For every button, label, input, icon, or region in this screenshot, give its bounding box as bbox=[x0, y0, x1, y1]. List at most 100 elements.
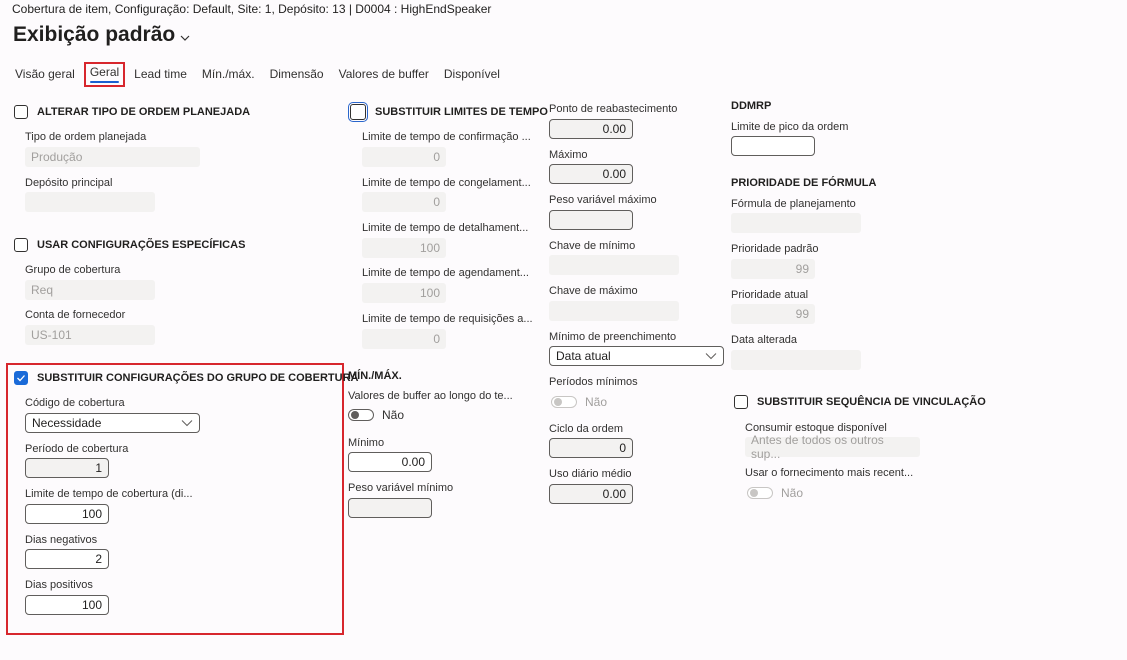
limites-tempo-checkbox[interactable] bbox=[348, 102, 368, 122]
prioridade-atual-field[interactable]: 99 bbox=[731, 304, 815, 324]
buffer-toggle[interactable] bbox=[348, 409, 374, 421]
conta-fornecedor-field[interactable]: US-101 bbox=[25, 325, 155, 345]
alterar-tipo-checkbox[interactable] bbox=[14, 105, 28, 119]
formula-planejamento-field[interactable] bbox=[731, 213, 861, 233]
section-substituir-grupo: SUBSTITUIR CONFIGURAÇÕES DO GRUPO DE COB… bbox=[14, 371, 358, 385]
field-label: Mínimo de preenchimento bbox=[549, 331, 677, 343]
tab-min-max[interactable]: Mín./máx. bbox=[202, 66, 255, 87]
field-label: Dias negativos bbox=[25, 534, 98, 546]
dias-positivos-field[interactable]: 100 bbox=[25, 595, 109, 615]
substituir-grupo-checkbox[interactable] bbox=[14, 371, 28, 385]
field-label: Chave de máximo bbox=[549, 285, 638, 297]
page-caption: Cobertura de item, Configuração: Default… bbox=[12, 2, 492, 16]
section-title-minmax: MÍN./MÁX. bbox=[348, 370, 402, 382]
tab-dimensao[interactable]: Dimensão bbox=[270, 66, 324, 87]
field-label: Limite de tempo de confirmação ... bbox=[362, 131, 531, 143]
limite-congelamento-field[interactable]: 0 bbox=[362, 192, 446, 212]
field-label: Chave de mínimo bbox=[549, 240, 636, 252]
minimo-field[interactable]: 0.00 bbox=[348, 452, 432, 472]
limite-pico-field[interactable] bbox=[731, 136, 815, 156]
section-title: ALTERAR TIPO DE ORDEM PLANEJADA bbox=[37, 106, 251, 118]
usar-fornecimento-toggle-row: Não bbox=[747, 486, 803, 500]
tab-bar: Visão geral Geral Lead time Mín./máx. Di… bbox=[15, 62, 515, 87]
select-value: Data atual bbox=[556, 349, 611, 363]
field-label: Grupo de cobertura bbox=[25, 264, 121, 276]
field-label: Conta de fornecedor bbox=[25, 309, 126, 321]
tab-disponivel[interactable]: Disponível bbox=[444, 66, 500, 87]
periodo-cobertura-field[interactable]: 1 bbox=[25, 458, 109, 478]
field-label: Máximo bbox=[549, 149, 588, 161]
data-alterada-field[interactable] bbox=[731, 350, 861, 370]
field-label: Peso variável mínimo bbox=[348, 482, 454, 494]
limite-tempo-cobertura-field[interactable]: 100 bbox=[25, 504, 109, 524]
field-label: Fórmula de planejamento bbox=[731, 198, 856, 210]
page-title: Exibição padrão bbox=[13, 23, 176, 46]
section-alterar-tipo: ALTERAR TIPO DE ORDEM PLANEJADA bbox=[14, 105, 250, 119]
ponto-reabastecimento-field[interactable]: 0.00 bbox=[549, 119, 633, 139]
field-label: Usar o fornecimento mais recent... bbox=[745, 467, 914, 479]
field-label: Valores de buffer ao longo do te... bbox=[348, 390, 513, 402]
checkmark-icon bbox=[17, 375, 25, 382]
select-value: Necessidade bbox=[32, 416, 102, 430]
limite-detalhamento-field[interactable]: 100 bbox=[362, 238, 446, 258]
field-label: Mínimo bbox=[348, 437, 385, 449]
toggle-label: Não bbox=[382, 408, 405, 422]
chave-minimo-field[interactable] bbox=[549, 255, 679, 275]
field-label: Depósito principal bbox=[25, 177, 113, 189]
section-title: SUBSTITUIR SEQUÊNCIA DE VINCULAÇÃO bbox=[757, 396, 986, 408]
field-label: Período de cobertura bbox=[25, 443, 129, 455]
field-label: Dias positivos bbox=[25, 579, 93, 591]
periodos-minimos-toggle[interactable] bbox=[551, 396, 577, 408]
usar-config-checkbox[interactable] bbox=[14, 238, 28, 252]
toggle-label: Não bbox=[585, 395, 608, 409]
section-usar-config: USAR CONFIGURAÇÕES ESPECÍFICAS bbox=[14, 238, 245, 252]
codigo-cobertura-select[interactable]: Necessidade bbox=[25, 413, 200, 433]
field-label: Ponto de reabastecimento bbox=[549, 103, 678, 115]
section-limites-tempo: SUBSTITUIR LIMITES DE TEMPO bbox=[348, 102, 548, 122]
field-label: Prioridade padrão bbox=[731, 243, 819, 255]
prioridade-padrao-field[interactable]: 99 bbox=[731, 259, 815, 279]
view-selector[interactable]: Exibição padrão bbox=[13, 23, 191, 47]
tab-lead-time[interactable]: Lead time bbox=[134, 66, 187, 87]
periodos-toggle-row: Não bbox=[551, 395, 607, 409]
section-title-ddmrp: DDMRP bbox=[731, 100, 772, 112]
field-label: Peso variável máximo bbox=[549, 194, 657, 206]
chevron-down-icon bbox=[705, 353, 717, 360]
tab-geral[interactable]: Geral bbox=[83, 62, 126, 87]
peso-variavel-minimo-field[interactable] bbox=[348, 498, 432, 518]
field-label: Limite de pico da ordem bbox=[731, 121, 849, 133]
tab-valores-buffer[interactable]: Valores de buffer bbox=[339, 66, 429, 87]
field-label: Uso diário médio bbox=[549, 468, 632, 480]
deposito-principal-field[interactable] bbox=[25, 192, 155, 212]
chevron-down-icon bbox=[181, 420, 193, 427]
section-title: USAR CONFIGURAÇÕES ESPECÍFICAS bbox=[37, 239, 246, 251]
section-title: SUBSTITUIR CONFIGURAÇÕES DO GRUPO DE COB… bbox=[37, 372, 359, 384]
limite-agendamento-field[interactable]: 100 bbox=[362, 283, 446, 303]
field-label: Limite de tempo de congelament... bbox=[362, 177, 531, 189]
chevron-down-icon bbox=[180, 35, 190, 41]
section-sequencia: SUBSTITUIR SEQUÊNCIA DE VINCULAÇÃO bbox=[734, 395, 986, 409]
chave-maximo-field[interactable] bbox=[549, 301, 679, 321]
tab-visao-geral[interactable]: Visão geral bbox=[15, 66, 75, 87]
consumir-estoque-field[interactable]: Antes de todos os outros sup... bbox=[745, 433, 920, 461]
field-label: Ciclo da ordem bbox=[549, 423, 623, 435]
uso-diario-medio-field[interactable]: 0.00 bbox=[549, 484, 633, 504]
field-label: Limite de tempo de agendament... bbox=[362, 267, 529, 279]
peso-variavel-maximo-field[interactable] bbox=[549, 210, 633, 230]
field-label: Tipo de ordem planejada bbox=[25, 131, 147, 143]
section-title-prioridade: PRIORIDADE DE FÓRMULA bbox=[731, 177, 877, 189]
buffer-toggle-row: Não bbox=[348, 408, 404, 422]
ciclo-ordem-field[interactable]: 0 bbox=[549, 438, 633, 458]
usar-fornecimento-toggle[interactable] bbox=[747, 487, 773, 499]
grupo-cobertura-field[interactable]: Req bbox=[25, 280, 155, 300]
dias-negativos-field[interactable]: 2 bbox=[25, 549, 109, 569]
field-label: Períodos mínimos bbox=[549, 376, 638, 388]
field-label: Limite de tempo de cobertura (di... bbox=[25, 488, 193, 500]
field-label: Data alterada bbox=[731, 334, 798, 346]
minimo-preenchimento-select[interactable]: Data atual bbox=[549, 346, 724, 366]
maximo-field[interactable]: 0.00 bbox=[549, 164, 633, 184]
tipo-ordem-field[interactable]: Produção bbox=[25, 147, 200, 167]
sequencia-checkbox[interactable] bbox=[734, 395, 748, 409]
limite-requisicoes-field[interactable]: 0 bbox=[362, 329, 446, 349]
limite-confirmacao-field[interactable]: 0 bbox=[362, 147, 446, 167]
